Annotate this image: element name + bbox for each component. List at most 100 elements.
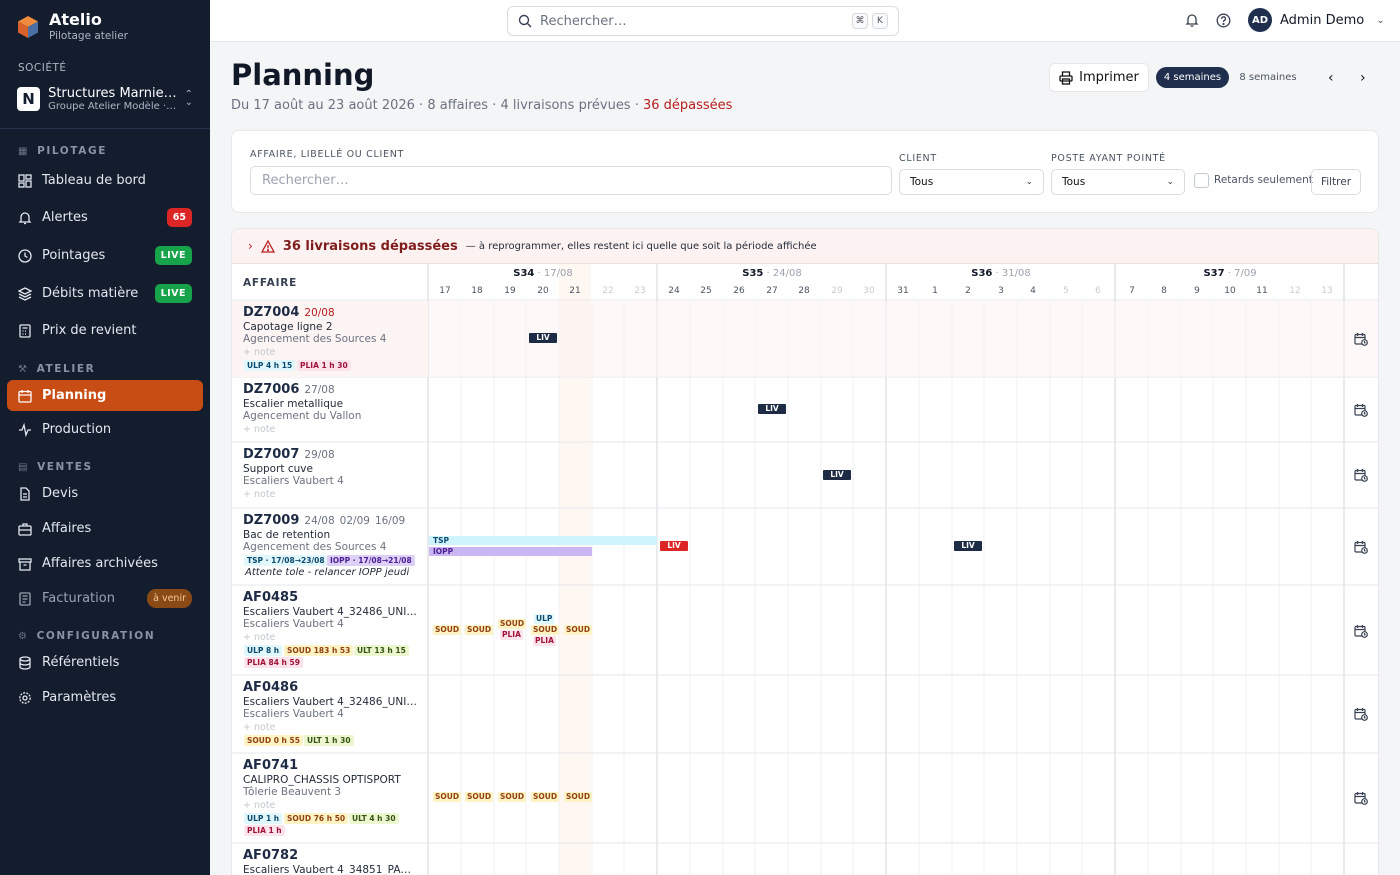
chevron-down-icon: ⌄ bbox=[1025, 177, 1033, 187]
table-row[interactable]: AF0782 Escaliers Vaubert 4_34851_PADEL… bbox=[232, 844, 428, 875]
print-button[interactable]: Imprimer bbox=[1049, 63, 1149, 92]
week-header-s34: S34 · 17/08 bbox=[429, 268, 657, 279]
week-label: S35 bbox=[742, 268, 764, 279]
table-row[interactable]: AF0486 Escaliers Vaubert 4_32486_UNIVE… … bbox=[232, 676, 428, 753]
overdue-delivery-marker[interactable]: LIV bbox=[660, 541, 688, 551]
sidebar-item-prix[interactable]: Prix de revient bbox=[7, 315, 203, 346]
hours-tag-ulp: ULP 1 h bbox=[244, 813, 283, 824]
sidebar-item-pointages[interactable]: Pointages LIVE bbox=[7, 240, 203, 271]
sidebar-item-referentiels[interactable]: Référentiels bbox=[7, 647, 203, 678]
work-chip-plia[interactable]: PLIA bbox=[533, 636, 556, 646]
notifications-bell-icon[interactable] bbox=[1185, 13, 1199, 28]
delivery-marker[interactable]: LIV bbox=[954, 541, 982, 551]
delivery-marker[interactable]: LIV bbox=[758, 404, 786, 414]
sidebar-item-production[interactable]: Production bbox=[7, 414, 203, 445]
group-pilotage: ▦ PILOTAGE bbox=[0, 141, 125, 161]
day-label: 11 bbox=[1256, 286, 1268, 296]
client-select[interactable]: Tous ⌄ bbox=[899, 169, 1044, 195]
table-row[interactable]: DZ7007 29/08 Support cuve Escaliers Vaube… bbox=[232, 443, 428, 508]
task-tag-iopp: IOPP · 17/08→21/08 bbox=[327, 555, 415, 566]
add-note-link[interactable]: + note bbox=[243, 424, 275, 435]
table-row[interactable]: DZ7004 20/08 Capotage ligne 2 Agencement … bbox=[232, 301, 428, 377]
work-chip-soud[interactable]: SOUD bbox=[564, 625, 593, 635]
sidebar-item-alerts[interactable]: Alertes 65 bbox=[7, 202, 203, 233]
work-chip-soud[interactable]: SOUD bbox=[433, 625, 462, 635]
range-8-weeks-toggle[interactable]: 8 semaines bbox=[1232, 67, 1304, 88]
table-row[interactable]: DZ7009 24/08 02/09 16/09 Bac de retention A… bbox=[232, 509, 428, 585]
work-chip-soud[interactable]: SOUD bbox=[465, 625, 494, 635]
day-label: 17 bbox=[439, 286, 451, 296]
layers-icon bbox=[18, 286, 32, 301]
work-chip-plia[interactable]: PLIA bbox=[500, 630, 523, 640]
work-chip-soud[interactable]: SOUD bbox=[531, 792, 560, 802]
company-switcher[interactable]: N Structures Marnie… Groupe Atelier Modè… bbox=[17, 82, 193, 116]
poste-select[interactable]: Tous ⌄ bbox=[1051, 169, 1185, 195]
overdue-count[interactable]: 36 dépassées bbox=[643, 98, 732, 113]
delivery-marker[interactable]: LIV bbox=[823, 470, 851, 480]
affaire-code[interactable]: DZ7004 20/08 bbox=[243, 305, 335, 320]
previous-period-icon[interactable]: ‹ bbox=[1328, 70, 1334, 86]
next-period-icon[interactable]: › bbox=[1360, 70, 1366, 86]
sidebar-item-debits[interactable]: Débits matière LIVE bbox=[7, 278, 203, 309]
work-chip-soud[interactable]: SOUD bbox=[498, 619, 527, 629]
sidebar-item-devis[interactable]: Devis bbox=[7, 478, 203, 509]
affaire-code[interactable]: DZ7007 29/08 bbox=[243, 447, 335, 462]
calendar-clock-icon[interactable] bbox=[1354, 624, 1368, 638]
calendar-clock-icon[interactable] bbox=[1354, 791, 1368, 805]
calendar-clock-icon[interactable] bbox=[1354, 468, 1368, 482]
receipt-icon: ▤ bbox=[18, 461, 30, 473]
late-only-checkbox[interactable] bbox=[1194, 173, 1209, 188]
work-chip-soud[interactable]: SOUD bbox=[465, 792, 494, 802]
calendar-clock-icon[interactable] bbox=[1354, 540, 1368, 554]
table-row[interactable]: AF0485 Escaliers Vaubert 4_32486_UNIVE… … bbox=[232, 586, 428, 675]
day-label: 3 bbox=[998, 286, 1004, 296]
work-chip-soud[interactable]: SOUD bbox=[433, 792, 462, 802]
range-4-weeks-toggle[interactable]: 4 semaines bbox=[1156, 67, 1229, 88]
affaire-code[interactable]: AF0485 bbox=[243, 590, 298, 605]
chevron-updown-icon: ⌃ ⌄ bbox=[184, 89, 193, 108]
calendar-clock-icon[interactable] bbox=[1354, 403, 1368, 417]
client-name: Escaliers Vaubert 4 bbox=[243, 708, 344, 720]
sidebar-item-affaires[interactable]: Affaires bbox=[7, 513, 203, 544]
task-bar-tsp[interactable]: TSP bbox=[429, 536, 657, 545]
client-name: Agencement des Sources 4 bbox=[243, 541, 387, 553]
sidebar-item-parametres[interactable]: Paramètres bbox=[7, 682, 203, 713]
task-bar-iopp[interactable]: IOPP bbox=[429, 547, 592, 556]
sidebar-item-facturation[interactable]: Facturation à venir bbox=[7, 583, 203, 614]
affaire-code[interactable]: AF0741 bbox=[243, 758, 298, 773]
app-logo-icon bbox=[18, 16, 38, 38]
grid-icon: ▦ bbox=[18, 145, 30, 157]
table-row[interactable]: DZ7006 27/08 Escalier metallique Agenceme… bbox=[232, 378, 428, 442]
affaire-code[interactable]: DZ7006 27/08 bbox=[243, 382, 335, 397]
affaire-label: Escaliers Vaubert 4_34851_PADEL… bbox=[243, 864, 419, 875]
add-note-link[interactable]: + note bbox=[243, 632, 275, 643]
user-menu[interactable]: AD Admin Demo ⌄ bbox=[1248, 8, 1385, 32]
work-chip-ulp[interactable]: ULP bbox=[534, 614, 555, 624]
work-chip-soud[interactable]: SOUD bbox=[498, 792, 527, 802]
brand[interactable]: Atelio Pilotage atelier bbox=[0, 0, 210, 44]
work-chip-soud[interactable]: SOUD bbox=[531, 625, 560, 635]
affaire-code[interactable]: DZ7009 24/08 02/09 16/09 bbox=[243, 513, 405, 528]
hours-tag-ult: ULT 13 h 15 bbox=[354, 645, 409, 656]
calendar-clock-icon[interactable] bbox=[1354, 707, 1368, 721]
work-chip-soud[interactable]: SOUD bbox=[564, 792, 593, 802]
affaire-search-input[interactable]: Rechercher… bbox=[250, 166, 892, 195]
delivery-marker[interactable]: LIV bbox=[529, 333, 557, 343]
affaire-code[interactable]: AF0782 bbox=[243, 848, 298, 863]
add-note-link[interactable]: + note bbox=[243, 489, 275, 500]
sidebar-item-label: Référentiels bbox=[42, 655, 120, 670]
sidebar-item-dashboard[interactable]: Tableau de bord bbox=[7, 165, 203, 196]
affaire-code[interactable]: AF0486 bbox=[243, 680, 298, 695]
row-comment[interactable]: Attente tole - relancer IOPP jeudi bbox=[245, 567, 409, 578]
table-row[interactable]: AF0741 CALIPRO_CHASSIS OPTISPORT Tôlerie… bbox=[232, 754, 428, 843]
add-note-link[interactable]: + note bbox=[243, 800, 275, 811]
late-only-label[interactable]: Retards seulement bbox=[1214, 174, 1313, 186]
add-note-link[interactable]: + note bbox=[243, 347, 275, 358]
sidebar-item-archives[interactable]: Affaires archivées bbox=[7, 548, 203, 579]
add-note-link[interactable]: + note bbox=[243, 722, 275, 733]
sidebar-item-planning[interactable]: Planning bbox=[7, 380, 203, 411]
filter-button[interactable]: Filtrer bbox=[1311, 169, 1361, 195]
global-search-input[interactable]: Rechercher… ⌘ K bbox=[507, 6, 899, 36]
calendar-clock-icon[interactable] bbox=[1354, 332, 1368, 346]
help-icon[interactable] bbox=[1216, 13, 1231, 28]
